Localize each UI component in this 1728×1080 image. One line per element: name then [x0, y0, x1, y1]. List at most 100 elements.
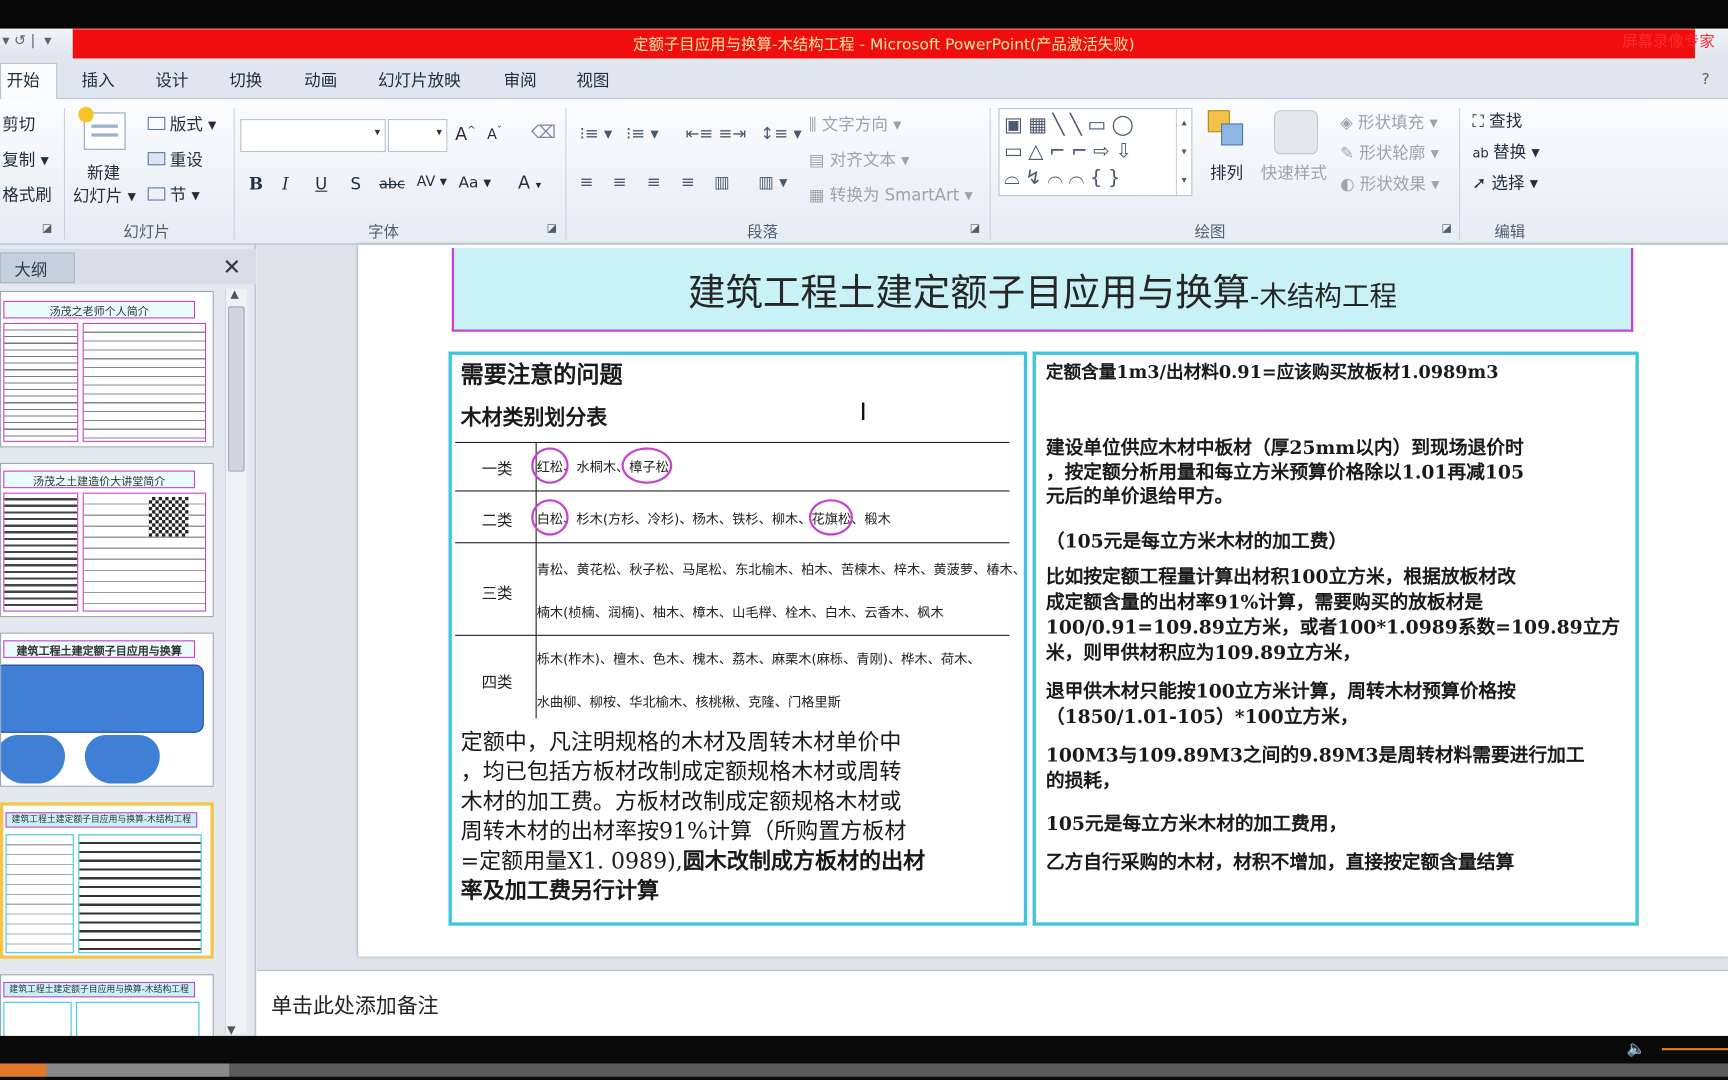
slide-thumbnail[interactable]: 汤茂之土建造价大讲堂简介	[0, 462, 214, 618]
shrink-font-icon[interactable]: Aˇ	[487, 126, 502, 144]
right-paragraph-8: 乙方自行采购的木材，材积不增加，直接按定额含量结算	[1045, 851, 1515, 874]
clipboard-launcher-icon[interactable]: ◪	[42, 223, 52, 235]
replace-button[interactable]: ab 替换 ▾	[1472, 140, 1539, 163]
shape-fill-icon: ◈	[1340, 112, 1359, 133]
italic-icon[interactable]: I	[282, 174, 289, 194]
cut-button[interactable]: 剪切	[2, 112, 35, 135]
notes-heading: 需要注意的问题	[460, 360, 623, 388]
gallery-scroll-icon[interactable]: ▴ ▾ ▾	[1175, 109, 1191, 196]
quick-access-toolbar[interactable]: ▾ ↺ | ▾	[2, 33, 51, 50]
reset-button[interactable]: 重设	[147, 148, 203, 171]
layout-button[interactable]: 版式 ▾	[147, 112, 216, 135]
align-right-icon[interactable]: ≡	[647, 172, 661, 192]
new-slide-label[interactable]: 新建	[87, 161, 120, 184]
line-spacing-icon[interactable]: ↕≡ ▾	[760, 123, 801, 143]
strikethrough-icon[interactable]: abc	[379, 176, 405, 193]
scroll-thumb[interactable]	[228, 306, 245, 472]
volume-icon[interactable]: 🔈	[1627, 1040, 1646, 1058]
arrange-icon[interactable]	[1207, 110, 1250, 150]
paragraph-line: 率及加工费另行计算	[460, 877, 660, 904]
progress-track[interactable]	[0, 1063, 1728, 1077]
progress-fill	[0, 1063, 47, 1077]
font-launcher-icon[interactable]: ◪	[547, 223, 557, 235]
align-text-button[interactable]: ▤ 对齐文本 ▾	[809, 148, 910, 171]
section-button[interactable]: 节 ▾	[147, 183, 200, 206]
align-left-icon[interactable]: ≡	[580, 172, 594, 192]
slide-thumbnail[interactable]: 建筑工程土建定额子目应用与换算-木结构工程	[0, 974, 214, 1041]
tab-animations[interactable]: 动画	[304, 68, 337, 91]
drawing-launcher-icon[interactable]: ◪	[1441, 223, 1451, 235]
slide-thumbnail[interactable]: 建筑工程土建定额子目应用与换算	[0, 632, 214, 787]
bullets-icon[interactable]: ⁝≡ ▾	[580, 123, 613, 143]
columns-icon[interactable]: ▥ ▾	[758, 172, 787, 192]
format-painter-button[interactable]: 格式刷	[2, 183, 52, 206]
numbering-icon[interactable]: ⁝≡ ▾	[626, 123, 659, 143]
shapes-gallery[interactable]: ▣▦╲╲▭◯ ▭△⌐⌐⇨⇩ ⌓↯⌒⌒{} ▴ ▾ ▾	[998, 107, 1193, 197]
font-color-icon[interactable]: A ▾	[518, 172, 541, 193]
align-center-icon[interactable]: ≡	[613, 172, 627, 192]
justify-icon[interactable]: ≡	[681, 172, 695, 192]
paragraph-line: 比如按定额工程量计算出材积100立方米，根据放板材改	[1045, 566, 1516, 589]
tab-home[interactable]: 开始	[7, 68, 40, 91]
quick-styles-button[interactable]: 快速样式	[1261, 161, 1327, 184]
window-title: 定额子目应用与换算-木结构工程 - Microsoft PowerPoint(产…	[633, 36, 1135, 54]
convert-smartart-button[interactable]: ▦ 转换为 SmartArt ▾	[809, 183, 973, 206]
slide-title[interactable]: 建筑工程土建定额子目应用与换算-木结构工程	[452, 262, 1633, 316]
help-icon[interactable]: ?	[1702, 71, 1710, 89]
notes-placeholder[interactable]: 单击此处添加备注	[271, 990, 439, 1020]
tab-review[interactable]: 审阅	[504, 68, 537, 91]
shape-outline-button[interactable]: ✎ 形状轮廓 ▾	[1340, 141, 1439, 164]
copy-button[interactable]: 复制 ▾	[2, 148, 49, 171]
shapes-icon[interactable]: ⌓↯⌒⌒{}	[1004, 164, 1126, 193]
tab-view[interactable]: 视图	[576, 68, 609, 91]
arrange-button[interactable]: 排列	[1210, 161, 1243, 184]
tab-slideshow[interactable]: 幻灯片放映	[378, 68, 461, 91]
notes-pane[interactable]	[256, 969, 1728, 1036]
find-button[interactable]: ⛶ 查找	[1472, 109, 1522, 132]
slide-thumbnail[interactable]: 汤茂之老师个人简介	[0, 290, 214, 448]
char-spacing-icon[interactable]: AV ▾	[417, 174, 447, 191]
shapes-icon[interactable]: ▭△⌐⌐⇨⇩	[1004, 138, 1138, 167]
shape-fill-button[interactable]: ◈ 形状填充 ▾	[1340, 110, 1438, 133]
outline-tab[interactable]: 大纲	[0, 252, 75, 284]
font-name-select[interactable]: ▾	[240, 119, 386, 153]
clear-formatting-icon[interactable]: ⌫	[531, 121, 556, 142]
select-button[interactable]: ➚ 选择 ▾	[1472, 171, 1538, 194]
outline-scrollbar[interactable]: ▲	[224, 288, 247, 1034]
tab-design[interactable]: 设计	[155, 68, 188, 91]
slide-thumbnail-selected[interactable]: 建筑工程土建定额子目应用与换算-木结构工程	[0, 802, 214, 959]
bold-icon[interactable]: B	[249, 174, 263, 194]
undo-icon[interactable]: ▾ ↺ |	[2, 33, 35, 50]
increase-indent-icon[interactable]: ≡⇥	[719, 123, 747, 143]
paragraph-line: 元后的单价退给甲方。	[1045, 485, 1234, 509]
tab-transitions[interactable]: 切换	[229, 68, 262, 91]
group-separator	[233, 107, 235, 241]
grow-font-icon[interactable]: A^	[455, 123, 475, 144]
thumb-content	[3, 1001, 72, 1040]
volume-slider[interactable]	[1661, 1048, 1728, 1051]
right-paragraph-6: 100M3与109.89M3之间的9.89M3是周转材料需要进行加工 的损耗，	[1046, 744, 1585, 795]
new-slide-icon[interactable]	[78, 106, 126, 150]
quick-styles-icon[interactable]	[1273, 110, 1319, 155]
thumb-title: 汤茂之老师个人简介	[3, 300, 196, 319]
top-black-bar	[0, 0, 1728, 29]
paragraph-launcher-icon[interactable]: ◪	[970, 223, 980, 235]
distributed-icon[interactable]: ▥	[714, 172, 730, 192]
underline-icon[interactable]: U	[315, 174, 327, 194]
scroll-up-icon[interactable]: ▲	[230, 289, 238, 301]
highlight-circle	[621, 447, 673, 484]
customize-qat-icon[interactable]: ▾	[44, 33, 51, 50]
font-size-select[interactable]: ▾	[387, 119, 448, 153]
decrease-indent-icon[interactable]: ⇤≡	[685, 123, 713, 143]
paragraph-line: （1850/1.01-105）*100立方米，	[1045, 706, 1359, 729]
tab-insert[interactable]: 插入	[82, 68, 115, 91]
group-separator	[1459, 107, 1461, 241]
section-icon	[147, 187, 166, 201]
shapes-icon[interactable]: ▣▦╲╲▭◯	[1004, 111, 1139, 140]
change-case-icon[interactable]: Aa ▾	[458, 174, 491, 192]
shadow-icon[interactable]: S	[350, 174, 361, 194]
close-pane-icon[interactable]: ✕	[223, 253, 241, 279]
shape-effects-button[interactable]: ◐ 形状效果 ▾	[1340, 172, 1439, 195]
text-direction-button[interactable]: ⫼ 文字方向 ▾	[809, 112, 902, 135]
new-slide-button[interactable]: 幻灯片 ▾	[73, 184, 136, 207]
